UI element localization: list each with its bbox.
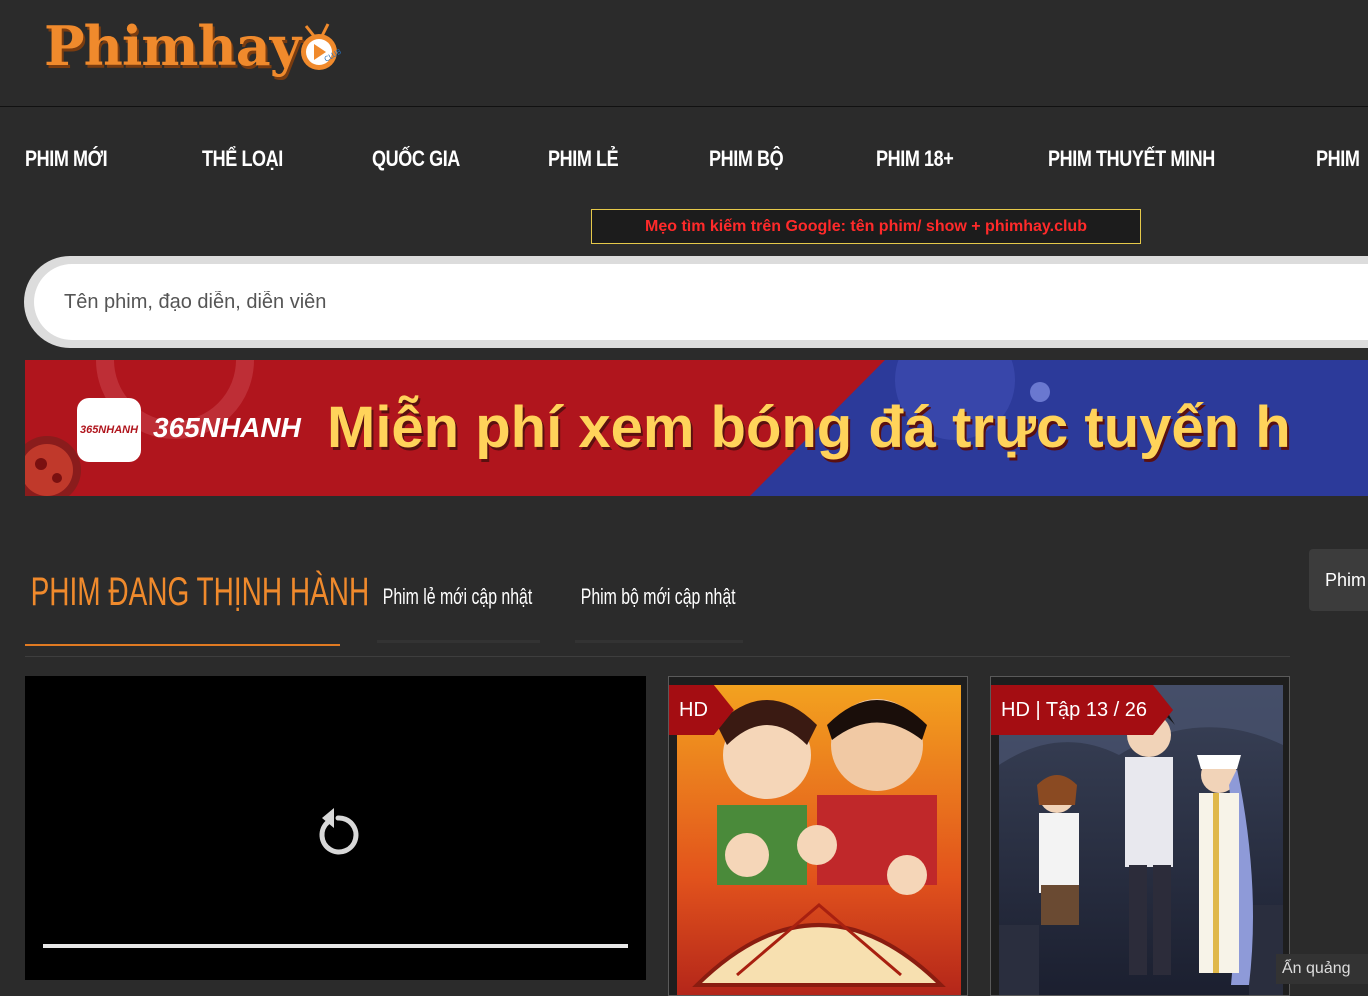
logo-text: Phimhay (44, 14, 301, 78)
banner-headline: Miễn phí xem bóng đá trực tuyến h (327, 395, 1291, 460)
movie-card[interactable]: HD (668, 676, 968, 996)
nav-item-phim-thuyet-minh[interactable]: PHIM THUYẾT MINH (1048, 146, 1215, 172)
side-panel-button[interactable]: Phim (1309, 549, 1368, 611)
video-player[interactable] (25, 676, 646, 980)
logo-badge-icon: CLUB (301, 23, 343, 70)
nav-item-the-loai[interactable]: THỂ LOẠI (202, 146, 283, 172)
site-header: Phimhay CLUB (0, 0, 1368, 107)
search-input[interactable] (34, 264, 1368, 340)
nav-item-phim-18[interactable]: PHIM 18+ (876, 146, 954, 172)
site-logo[interactable]: Phimhay (44, 6, 301, 86)
tab-new-series-label: Phim bộ mới cập nhật (580, 584, 736, 609)
nav-item-phim-le[interactable]: PHIM LẺ (548, 146, 619, 172)
search-tip: Mẹo tìm kiếm trên Google: tên phim/ show… (591, 209, 1141, 244)
replay-icon[interactable] (310, 806, 366, 862)
tab-new-series[interactable]: Phim bộ mới cập nhật (575, 584, 743, 643)
main-nav: PHIM MỚI THỂ LOẠI QUỐC GIA PHIM LẺ PHIM … (0, 108, 1368, 212)
nav-item-phim-bo[interactable]: PHIM BỘ (709, 146, 784, 172)
tab-trending[interactable]: PHIM ĐANG THỊNH HÀNH (25, 570, 369, 646)
ad-banner[interactable]: 365NHANH 365NHANH Miễn phí xem bóng đá t… (25, 360, 1368, 496)
nav-item-phim-moi[interactable]: PHIM MỚI (25, 146, 108, 172)
banner-app-icon: 365NHANH (77, 398, 141, 462)
tab-new-movies-label: Phim lẻ mới cập nhật (382, 584, 533, 609)
nav-item-phim-more[interactable]: PHIM (1316, 146, 1360, 172)
search-bar (24, 256, 1368, 348)
video-progress-bar[interactable] (43, 944, 628, 948)
tab-new-movies[interactable]: Phim lẻ mới cập nhật (377, 584, 540, 643)
movie-card[interactable]: HD | Tập 13 / 26 (990, 676, 1290, 996)
movie-tabs: PHIM ĐANG THỊNH HÀNH Phim lẻ mới cập nhậ… (25, 560, 1290, 657)
nav-item-quoc-gia[interactable]: QUỐC GIA (372, 146, 460, 172)
tab-trending-label: PHIM ĐANG THỊNH HÀNH (30, 570, 370, 614)
quality-badge: HD | Tập 13 / 26 (991, 685, 1173, 735)
movie-poster (677, 685, 961, 995)
banner-brand: 365NHANH (153, 412, 301, 443)
